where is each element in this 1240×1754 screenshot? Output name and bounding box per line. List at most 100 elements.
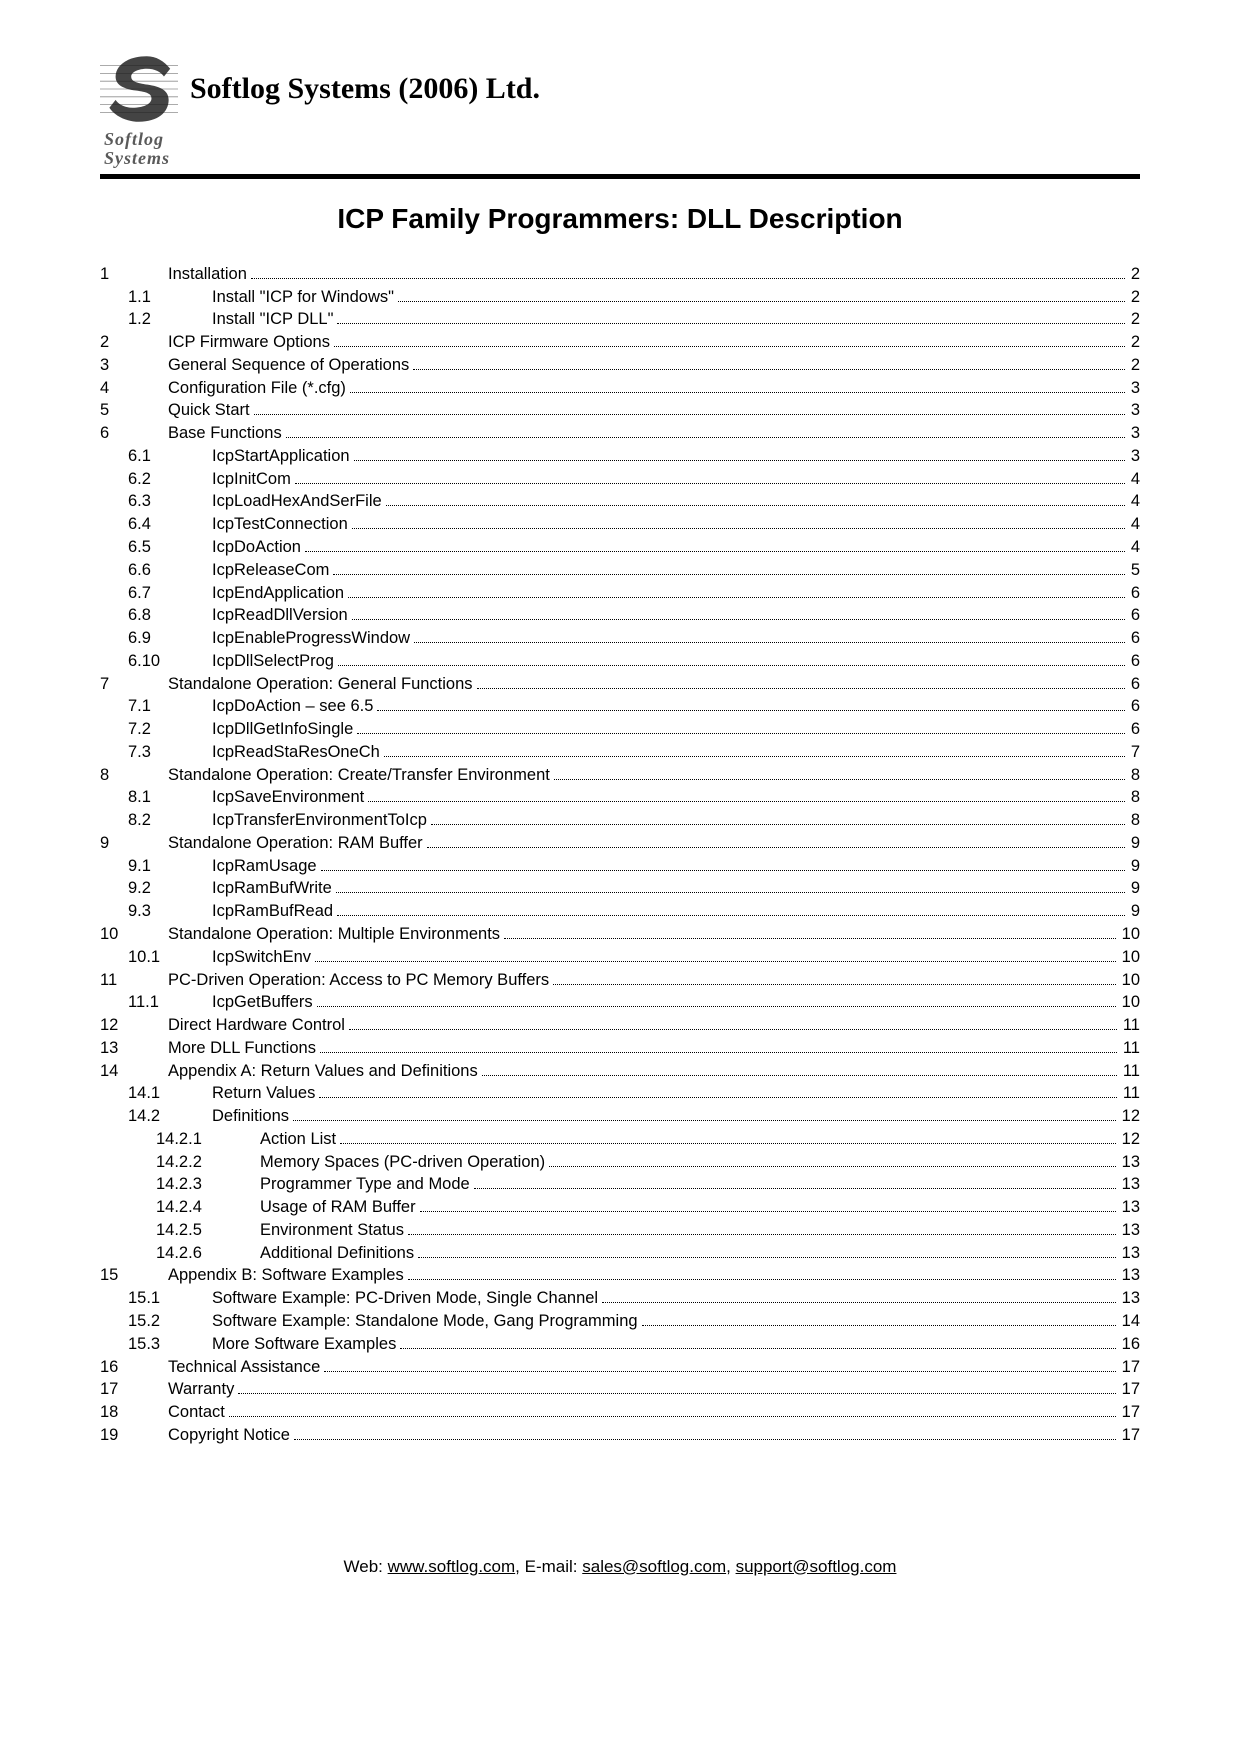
toc-leader-dots bbox=[352, 609, 1125, 621]
toc-entry[interactable]: 1Installation2 bbox=[100, 263, 1140, 286]
toc-entry[interactable]: 15Appendix B: Software Examples13 bbox=[100, 1264, 1140, 1287]
toc-entry[interactable]: 14.2.2Memory Spaces (PC-driven Operation… bbox=[156, 1151, 1140, 1174]
toc-entry[interactable]: 6.9IcpEnableProgressWindow6 bbox=[128, 627, 1140, 650]
toc-leader-dots bbox=[333, 563, 1124, 575]
toc-entry-page: 3 bbox=[1129, 399, 1140, 422]
toc-entry-number: 14.2.6 bbox=[156, 1242, 260, 1265]
toc-entry[interactable]: 7.2IcpDllGetInfoSingle6 bbox=[128, 718, 1140, 741]
toc-entry[interactable]: 14.2Definitions12 bbox=[128, 1105, 1140, 1128]
toc-leader-dots bbox=[337, 313, 1124, 325]
toc-entry[interactable]: 6.8IcpReadDllVersion6 bbox=[128, 604, 1140, 627]
toc-entry[interactable]: 3General Sequence of Operations2 bbox=[100, 354, 1140, 377]
toc-entry-number: 14.2.5 bbox=[156, 1219, 260, 1242]
toc-entry-number: 9.1 bbox=[128, 855, 212, 878]
toc-entry[interactable]: 6.10IcpDllSelectProg6 bbox=[128, 650, 1140, 673]
toc-entry[interactable]: 14Appendix A: Return Values and Definiti… bbox=[100, 1060, 1140, 1083]
toc-entry[interactable]: 9.1IcpRamUsage9 bbox=[128, 855, 1140, 878]
toc-entry[interactable]: 7Standalone Operation: General Functions… bbox=[100, 673, 1140, 696]
toc-entry[interactable]: 9.2IcpRamBufWrite9 bbox=[128, 877, 1140, 900]
toc-entry[interactable]: 13More DLL Functions11 bbox=[100, 1037, 1140, 1060]
toc-entry-number: 14.2 bbox=[128, 1105, 212, 1128]
toc-entry[interactable]: 8Standalone Operation: Create/Transfer E… bbox=[100, 764, 1140, 787]
toc-entry[interactable]: 6.6IcpReleaseCom5 bbox=[128, 559, 1140, 582]
toc-entry-title: Programmer Type and Mode bbox=[260, 1173, 470, 1196]
toc-entry[interactable]: 18Contact17 bbox=[100, 1401, 1140, 1424]
toc-leader-dots bbox=[398, 290, 1125, 302]
toc-entry[interactable]: 8.2IcpTransferEnvironmentToIcp8 bbox=[128, 809, 1140, 832]
toc-entry[interactable]: 15.1Software Example: PC-Driven Mode, Si… bbox=[128, 1287, 1140, 1310]
toc-entry[interactable]: 6.4IcpTestConnection4 bbox=[128, 513, 1140, 536]
toc-entry[interactable]: 7.3IcpReadStaResOneCh7 bbox=[128, 741, 1140, 764]
toc-entry[interactable]: 2ICP Firmware Options2 bbox=[100, 331, 1140, 354]
toc-entry[interactable]: 4Configuration File (*.cfg)3 bbox=[100, 377, 1140, 400]
toc-entry[interactable]: 10.1IcpSwitchEnv10 bbox=[128, 946, 1140, 969]
toc-entry[interactable]: 14.1Return Values11 bbox=[128, 1082, 1140, 1105]
toc-entry[interactable]: 1.1Install "ICP for Windows"2 bbox=[128, 286, 1140, 309]
toc-entry-number: 9.3 bbox=[128, 900, 212, 923]
toc-entry[interactable]: 5Quick Start3 bbox=[100, 399, 1140, 422]
toc-leader-dots bbox=[293, 1109, 1116, 1121]
toc-entry[interactable]: 11PC-Driven Operation: Access to PC Memo… bbox=[100, 969, 1140, 992]
toc-entry[interactable]: 15.2Software Example: Standalone Mode, G… bbox=[128, 1310, 1140, 1333]
toc-entry[interactable]: 15.3More Software Examples16 bbox=[128, 1333, 1140, 1356]
toc-entry-page: 6 bbox=[1129, 718, 1140, 741]
toc-leader-dots bbox=[350, 381, 1125, 393]
toc-entry[interactable]: 17Warranty17 bbox=[100, 1378, 1140, 1401]
toc-entry[interactable]: 1.2Install "ICP DLL"2 bbox=[128, 308, 1140, 331]
toc-entry-number: 7.3 bbox=[128, 741, 212, 764]
toc-entry[interactable]: 9Standalone Operation: RAM Buffer9 bbox=[100, 832, 1140, 855]
toc-leader-dots bbox=[324, 1360, 1115, 1372]
logo-sub-line2: Systems bbox=[104, 149, 170, 168]
toc-entry[interactable]: 14.2.4Usage of RAM Buffer13 bbox=[156, 1196, 1140, 1219]
toc-entry[interactable]: 6.5IcpDoAction4 bbox=[128, 536, 1140, 559]
toc-entry-page: 12 bbox=[1120, 1128, 1140, 1151]
toc-entry-number: 14.2.3 bbox=[156, 1173, 260, 1196]
toc-entry[interactable]: 6.3IcpLoadHexAndSerFile4 bbox=[128, 490, 1140, 513]
toc-entry-title: IcpStartApplication bbox=[212, 445, 350, 468]
header: Softlog Systems (2006) Ltd. Softlog Syst… bbox=[100, 50, 1140, 168]
toc-entry[interactable]: 8.1IcpSaveEnvironment8 bbox=[128, 786, 1140, 809]
toc-entry[interactable]: 9.3IcpRamBufRead9 bbox=[128, 900, 1140, 923]
toc-entry[interactable]: 19Copyright Notice17 bbox=[100, 1424, 1140, 1447]
toc-entry[interactable]: 7.1IcpDoAction – see 6.56 bbox=[128, 695, 1140, 718]
toc-entry[interactable]: 14.2.6Additional Definitions13 bbox=[156, 1242, 1140, 1265]
toc-entry-number: 6 bbox=[100, 422, 168, 445]
toc-entry[interactable]: 6Base Functions3 bbox=[100, 422, 1140, 445]
toc-leader-dots bbox=[338, 654, 1125, 666]
toc-entry-title: Standalone Operation: RAM Buffer bbox=[168, 832, 423, 855]
toc-entry-page: 9 bbox=[1129, 832, 1140, 855]
toc-entry-title: Install "ICP for Windows" bbox=[212, 286, 394, 309]
toc-entry-number: 16 bbox=[100, 1356, 168, 1379]
toc-entry[interactable]: 16Technical Assistance17 bbox=[100, 1356, 1140, 1379]
toc-entry-title: Environment Status bbox=[260, 1219, 404, 1242]
toc-entry-number: 14.2.1 bbox=[156, 1128, 260, 1151]
toc-leader-dots bbox=[377, 700, 1124, 712]
toc-entry[interactable]: 6.7IcpEndApplication6 bbox=[128, 582, 1140, 605]
toc-entry[interactable]: 12Direct Hardware Control11 bbox=[100, 1014, 1140, 1037]
toc-entry-page: 6 bbox=[1129, 695, 1140, 718]
toc-entry-title: IcpRamBufRead bbox=[212, 900, 333, 923]
toc-entry[interactable]: 6.1IcpStartApplication3 bbox=[128, 445, 1140, 468]
toc-entry[interactable]: 11.1IcpGetBuffers10 bbox=[128, 991, 1140, 1014]
toc-entry-title: Appendix B: Software Examples bbox=[168, 1264, 404, 1287]
toc-entry[interactable]: 14.2.3Programmer Type and Mode13 bbox=[156, 1173, 1140, 1196]
toc-leader-dots bbox=[251, 267, 1125, 279]
toc-entry-title: Appendix A: Return Values and Definition… bbox=[168, 1060, 478, 1083]
toc-leader-dots bbox=[349, 1018, 1117, 1030]
toc-entry-title: IcpEnableProgressWindow bbox=[212, 627, 410, 650]
toc-entry[interactable]: 10Standalone Operation: Multiple Environ… bbox=[100, 923, 1140, 946]
toc-entry[interactable]: 14.2.5Environment Status13 bbox=[156, 1219, 1140, 1242]
footer-email1-link[interactable]: sales@softlog.com bbox=[582, 1557, 726, 1576]
toc-entry-number: 14.2.4 bbox=[156, 1196, 260, 1219]
toc-entry-title: IcpInitCom bbox=[212, 468, 291, 491]
logo-sub-line1: Softlog bbox=[104, 130, 170, 149]
toc-entry-page: 17 bbox=[1120, 1401, 1140, 1424]
toc-entry-title: Standalone Operation: Multiple Environme… bbox=[168, 923, 500, 946]
footer-email2-link[interactable]: support@softlog.com bbox=[736, 1557, 897, 1576]
toc-entry[interactable]: 14.2.1Action List12 bbox=[156, 1128, 1140, 1151]
toc-entry-number: 6.5 bbox=[128, 536, 212, 559]
toc-entry-number: 15.2 bbox=[128, 1310, 212, 1333]
footer-web-link[interactable]: www.softlog.com bbox=[388, 1557, 516, 1576]
toc-entry[interactable]: 6.2IcpInitCom4 bbox=[128, 468, 1140, 491]
header-rule bbox=[100, 174, 1140, 179]
